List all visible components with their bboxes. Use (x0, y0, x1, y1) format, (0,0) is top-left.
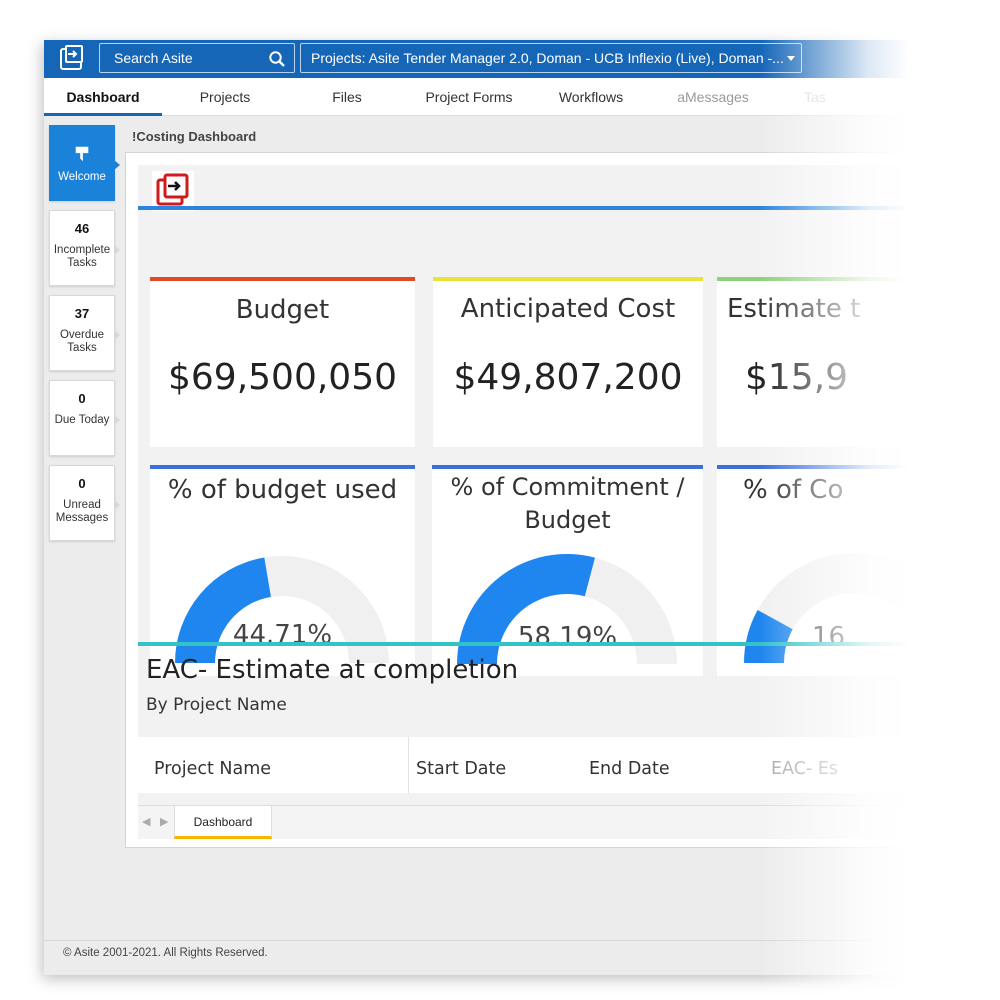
top-bar: Search Asite Projects: Asite Tender Mana… (44, 40, 1000, 78)
company-logo-icon (152, 171, 194, 211)
pointer-arrow (114, 330, 120, 340)
kpi-card-anticipated-cost: Anticipated Cost $49,807,200 (433, 277, 703, 447)
kpi-accent-bar (717, 277, 1000, 281)
sheet-tab-bar: ◀ ▶ Dashboard (138, 805, 1000, 839)
kpi-value: $15,9 (745, 357, 849, 398)
app-window: Search Asite Projects: Asite Tender Mana… (44, 40, 1000, 975)
dashboard-panel: Budget $69,500,050 Anticipated Cost $49,… (125, 152, 1000, 848)
incomplete-tasks-label: Incomplete Tasks (53, 244, 111, 269)
sidebar-item-overdue-tasks[interactable]: 37 Overdue Tasks (49, 295, 120, 371)
sheet-tab-dashboard[interactable]: Dashboard (174, 806, 272, 839)
column-header-eac[interactable]: EAC- Es (771, 759, 838, 779)
kpi-title: Budget (235, 295, 330, 325)
sidebar-item-welcome[interactable]: Welcome (49, 125, 120, 201)
project-selector-label: Projects: Asite Tender Manager 2.0, Doma… (311, 50, 784, 66)
sidebar-item-incomplete-tasks[interactable]: 46 Incomplete Tasks (49, 210, 120, 286)
kpi-value: $49,807,200 (453, 357, 683, 398)
overdue-tasks-count: 37 (74, 306, 90, 321)
column-header-start-date[interactable]: Start Date (416, 759, 506, 779)
pointer-arrow (114, 245, 120, 255)
copyright-text: © Asite 2001-2021. All Rights Reserved. (63, 947, 268, 959)
tab-dashboard[interactable]: Dashboard (44, 78, 162, 116)
unread-messages-label: Unread Messages (55, 499, 109, 524)
search-placeholder: Search Asite (114, 50, 193, 66)
tab-tasks[interactable]: Tas (804, 78, 844, 116)
eac-table-header: Project Name Start Date End Date EAC- Es (138, 737, 998, 793)
pointer-arrow (114, 415, 120, 425)
welcome-icon (75, 146, 89, 162)
sidebar-item-unread-messages[interactable]: 0 Unread Messages (49, 465, 120, 541)
sidebar-item-due-today[interactable]: 0 Due Today (49, 380, 120, 456)
pointer-arrow (114, 160, 120, 170)
kpi-title: Estimate t (727, 294, 861, 324)
section-divider (138, 206, 998, 210)
search-input[interactable]: Search Asite (99, 43, 295, 73)
column-header-project-name[interactable]: Project Name (154, 759, 271, 779)
tab-project-forms[interactable]: Project Forms (408, 78, 530, 116)
page-title: !Costing Dashboard (132, 129, 257, 144)
column-divider (408, 737, 409, 793)
eac-title: EAC- Estimate at completion (146, 655, 519, 685)
kpi-accent-bar (150, 277, 415, 281)
eac-subtitle: By Project Name (146, 695, 287, 715)
kpi-card-budget: Budget $69,500,050 (150, 277, 415, 447)
tab-amessages[interactable]: aMessages (652, 78, 774, 116)
kpi-card-estimate: Estimate t $15,9 (717, 277, 1000, 447)
incomplete-tasks-count: 46 (74, 221, 90, 236)
due-today-count: 0 (78, 391, 86, 406)
gauge-value: 16 (812, 622, 846, 652)
gauge-value: 58.19% (517, 622, 618, 652)
project-selector[interactable]: Projects: Asite Tender Manager 2.0, Doma… (300, 43, 802, 73)
asite-logo-icon[interactable] (56, 43, 88, 75)
sidebar-item-label: Welcome (58, 171, 106, 183)
main-nav: Dashboard Projects Files Project Forms W… (44, 78, 1000, 116)
column-header-end-date[interactable]: End Date (589, 759, 670, 779)
chevron-left-icon[interactable]: ◀ (142, 815, 150, 828)
tab-workflows[interactable]: Workflows (530, 78, 652, 116)
chevron-right-icon[interactable]: ▶ (160, 815, 168, 828)
search-icon[interactable] (268, 50, 286, 68)
section-divider (138, 642, 998, 646)
tab-projects[interactable]: Projects (164, 78, 286, 116)
kpi-title: Anticipated Cost (460, 294, 676, 324)
unread-messages-count: 0 (78, 476, 86, 491)
kpi-accent-bar (433, 277, 703, 281)
due-today-label: Due Today (54, 414, 110, 426)
pointer-arrow (114, 500, 120, 510)
kpi-value: $69,500,050 (167, 357, 398, 398)
tab-files[interactable]: Files (286, 78, 408, 116)
overdue-tasks-label: Overdue Tasks (59, 329, 105, 354)
footer: © Asite 2001-2021. All Rights Reserved. (44, 940, 1000, 975)
chevron-down-icon (787, 56, 795, 61)
